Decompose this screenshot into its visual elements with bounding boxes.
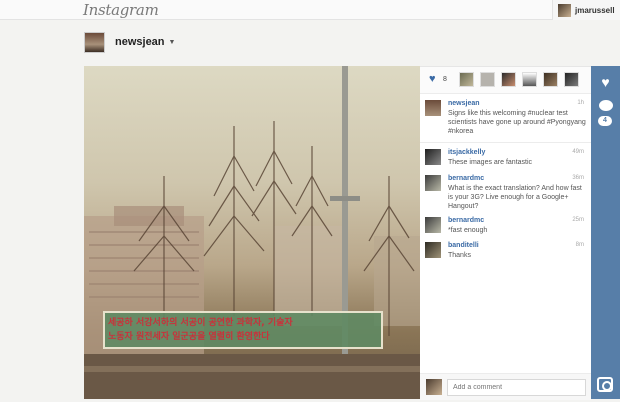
- banner-text-line-1: 세공하 서강서하의 서공이 공연한 과학자, 기술자: [108, 318, 293, 328]
- comment-text: What is the exact translation? And how f…: [448, 185, 582, 210]
- comment-text: These images are fantastic: [448, 159, 533, 166]
- header-username: jmarussell: [575, 5, 615, 15]
- comment-button[interactable]: [591, 100, 620, 111]
- list-item: banditelli 8m Thanks: [425, 242, 587, 262]
- list-item: bernardmc 25m *fast enough: [425, 217, 587, 237]
- like-button[interactable]: ♥: [591, 74, 620, 90]
- comment-text: Thanks: [448, 252, 471, 259]
- comments-panel: ♥ 8 newsjean 1h Signs like this welcomin…: [420, 66, 591, 400]
- comment-time: 1h: [577, 100, 584, 106]
- liker-avatar[interactable]: [459, 72, 474, 87]
- liker-avatar[interactable]: [501, 72, 516, 87]
- comment-username[interactable]: newsjean: [448, 100, 480, 107]
- commenter-avatar[interactable]: [425, 217, 441, 233]
- comment-input[interactable]: [447, 379, 586, 396]
- comment-time: 36m: [572, 175, 584, 181]
- heart-icon: ♥: [601, 74, 610, 90]
- owner-avatar[interactable]: [84, 31, 105, 53]
- avatar: [558, 3, 571, 17]
- comment-username[interactable]: itsjackkelly: [448, 149, 485, 156]
- liker-avatar[interactable]: [522, 72, 537, 87]
- divider: [420, 142, 591, 143]
- commenter-avatar[interactable]: [425, 100, 441, 116]
- comment-username[interactable]: bernardmc: [448, 175, 484, 182]
- heart-icon[interactable]: ♥: [429, 74, 440, 85]
- liker-avatar[interactable]: [543, 72, 558, 87]
- comment-count-badge: 4: [598, 116, 612, 126]
- likes-row: ♥ 8: [420, 67, 591, 94]
- list-item: itsjackkelly 49m These images are fantas…: [425, 149, 587, 169]
- instagram-logo[interactable]: Instagram: [83, 1, 159, 19]
- liker-avatar[interactable]: [564, 72, 579, 87]
- list-item: bernardmc 36m What is the exact translat…: [425, 175, 587, 215]
- comment-text: Signs like this welcoming #nuclear test …: [448, 110, 586, 135]
- chevron-down-icon[interactable]: ▼: [169, 39, 176, 46]
- banner-text: 세공하 서강서하의 서공이 공연한 과학자, 기술자 노동자 원전세자 일군공을…: [108, 316, 380, 344]
- liker-avatar[interactable]: [480, 72, 495, 87]
- comment-username[interactable]: bernardmc: [448, 217, 484, 224]
- user-menu[interactable]: jmarussell: [552, 0, 620, 20]
- like-count[interactable]: 8: [443, 76, 447, 83]
- comment-time: 49m: [572, 149, 584, 155]
- banner-text-line-2: 노동자 원전세자 일군공을 열렬히 환영한다: [108, 332, 270, 342]
- camera-icon[interactable]: [597, 377, 613, 392]
- comment-text: *fast enough: [448, 227, 488, 234]
- post-photo[interactable]: 세공하 서강서하의 서공이 공연한 과학자, 기술자 노동자 원전세자 일군공을…: [84, 66, 420, 399]
- comment-time: 8m: [575, 242, 584, 248]
- avatar: [426, 379, 442, 395]
- add-comment-row: [420, 373, 591, 400]
- commenter-avatar[interactable]: [425, 149, 441, 165]
- caption: newsjean 1h Signs like this welcoming #n…: [425, 100, 587, 140]
- comment-bubble-icon: [598, 100, 613, 111]
- owner-username[interactable]: newsjean: [115, 36, 165, 48]
- comment-time: 25m: [572, 217, 584, 223]
- post-owner[interactable]: newsjean ▼: [84, 31, 175, 53]
- top-bar: Instagram jmarussell: [0, 0, 620, 20]
- commenter-avatar[interactable]: [425, 242, 441, 258]
- commenter-avatar[interactable]: [425, 175, 441, 191]
- comment-username[interactable]: banditelli: [448, 242, 479, 249]
